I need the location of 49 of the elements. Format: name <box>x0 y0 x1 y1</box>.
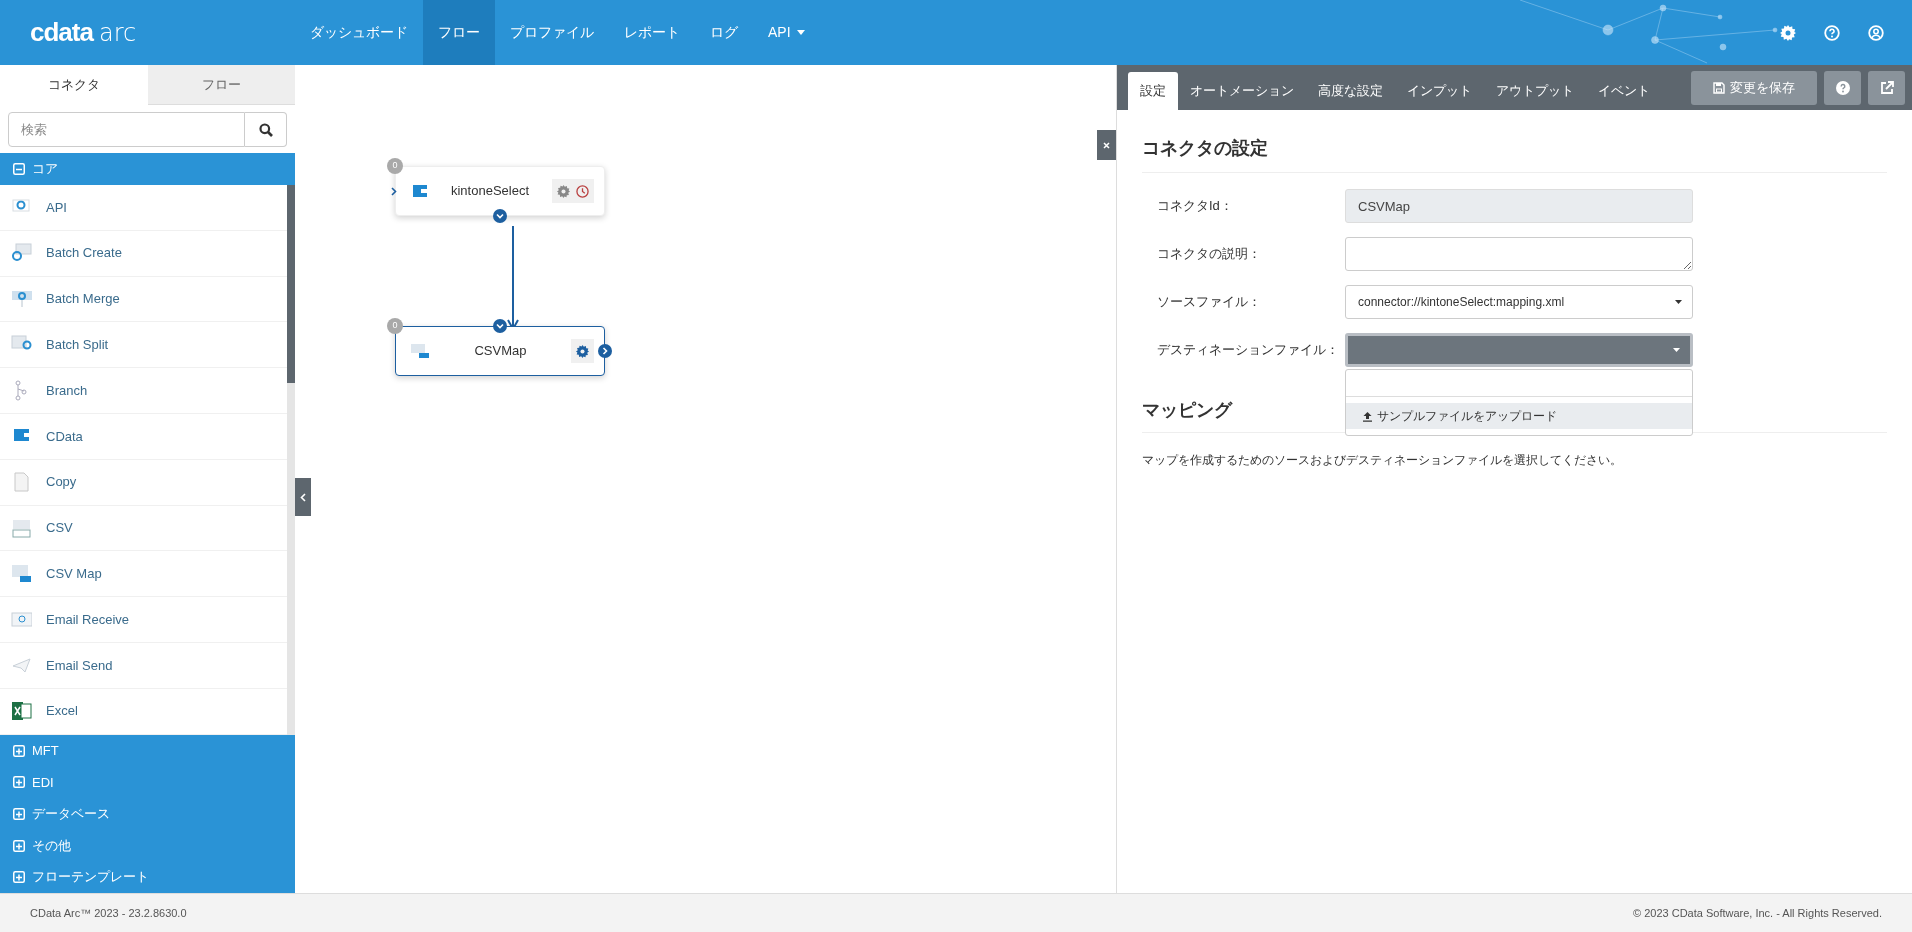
flow-node[interactable]: CSVMap <box>395 326 605 376</box>
connector-item[interactable]: Email Receive <box>0 597 287 643</box>
panel-tab[interactable]: 高度な設定 <box>1306 72 1395 110</box>
logo-product: arc <box>98 17 137 49</box>
category-header[interactable]: EDI <box>0 766 295 799</box>
select-field[interactable]: connector://kintoneSelect:mapping.xml <box>1345 285 1693 319</box>
panel-tab[interactable]: インプット <box>1395 72 1484 110</box>
node-title: CSVMap <box>473 342 528 361</box>
panel-tab[interactable]: 設定 <box>1128 72 1178 110</box>
connector-item[interactable]: CData <box>0 414 287 460</box>
nav-link[interactable]: ログ <box>695 0 753 65</box>
field-label: ソースファイル： <box>1157 293 1262 312</box>
panel-tab[interactable]: イベント <box>1586 72 1662 110</box>
connector-item[interactable]: API <box>0 185 287 231</box>
field-label: コネクタの説明： <box>1157 245 1262 264</box>
panel-tab[interactable]: オートメーション <box>1178 72 1306 110</box>
section-heading: コネクタの設定 <box>1142 135 1887 173</box>
category-header[interactable]: データベース <box>0 798 295 830</box>
version-text: CData Arc™ 2023 - 23.2.8630.0 <box>30 905 187 921</box>
field-label: コネクタId： <box>1157 197 1234 216</box>
count-badge: 0 <box>387 158 403 174</box>
nav-link[interactable]: ダッシュボード <box>295 0 423 65</box>
logo-text: cdata <box>30 16 93 49</box>
save-button[interactable]: 変更を保存 <box>1691 71 1817 105</box>
connector-item[interactable]: Batch Split <box>0 322 287 369</box>
nav-link[interactable]: レポート <box>609 0 695 65</box>
flow-node[interactable]: kintoneSelect <box>395 166 605 216</box>
nav-link[interactable]: フロー <box>423 0 495 65</box>
category-header[interactable]: フローテンプレート <box>0 861 295 893</box>
upload-option[interactable]: サンプルファイルをアップロード <box>1346 403 1692 429</box>
category-header[interactable]: その他 <box>0 829 295 862</box>
connector-item[interactable]: Batch Merge <box>0 276 287 323</box>
connector-item[interactable]: Batch Create <box>0 230 287 277</box>
node-title: kintoneSelect <box>449 182 531 201</box>
connector-item[interactable]: Excel <box>0 688 287 735</box>
count-badge: 0 <box>387 318 403 334</box>
connector-item[interactable]: CSV Map <box>0 551 287 598</box>
nav-link[interactable]: プロファイル <box>495 0 609 65</box>
sidebar-tab[interactable]: コネクタ <box>0 65 148 105</box>
category-header[interactable]: MFT <box>0 735 295 767</box>
search-field[interactable]: 検索 <box>8 112 245 147</box>
category-header[interactable]: コア <box>0 153 295 185</box>
connector-item[interactable]: Copy <box>0 459 287 506</box>
nav-dropdown[interactable]: API <box>753 0 820 65</box>
copyright-text: © 2023 CData Software, Inc. - All Rights Reserved. <box>1633 905 1882 921</box>
connector-item[interactable]: CSV <box>0 505 287 552</box>
field-label: デスティネーションファイル： <box>1157 341 1340 360</box>
panel-tab[interactable]: アウトプット <box>1484 72 1586 110</box>
mapping-hint: マップを作成するためのソースおよびデスティネーションファイルを選択してください。 <box>1142 452 1623 469</box>
